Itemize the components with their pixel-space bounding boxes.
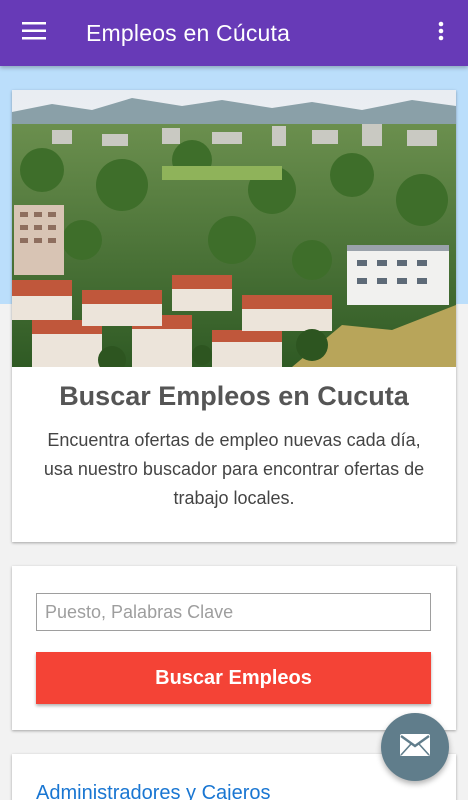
more-vertical-icon bbox=[438, 21, 444, 46]
overflow-menu-button[interactable] bbox=[414, 0, 468, 66]
category-link[interactable]: Administradores y Cajeros bbox=[36, 782, 271, 800]
mail-icon bbox=[400, 733, 430, 761]
search-card: Buscar Empleos bbox=[12, 566, 456, 730]
app-title: Empleos en Cúcuta bbox=[86, 19, 291, 46]
hero-description: Encuentra ofertas de empleo nuevas cada … bbox=[43, 430, 425, 508]
contact-fab[interactable] bbox=[381, 713, 449, 781]
search-jobs-button[interactable]: Buscar Empleos bbox=[36, 652, 431, 704]
hero-card: Buscar Empleos en Cucuta Encuentra ofert… bbox=[12, 90, 456, 542]
menu-button[interactable] bbox=[0, 0, 68, 66]
keyword-search-input[interactable] bbox=[36, 593, 431, 631]
hamburger-menu-icon bbox=[22, 21, 46, 45]
city-panorama-image bbox=[12, 90, 456, 367]
app-bar: Empleos en Cúcuta bbox=[0, 0, 468, 66]
hero-heading: Buscar Empleos en Cucuta bbox=[59, 381, 409, 411]
